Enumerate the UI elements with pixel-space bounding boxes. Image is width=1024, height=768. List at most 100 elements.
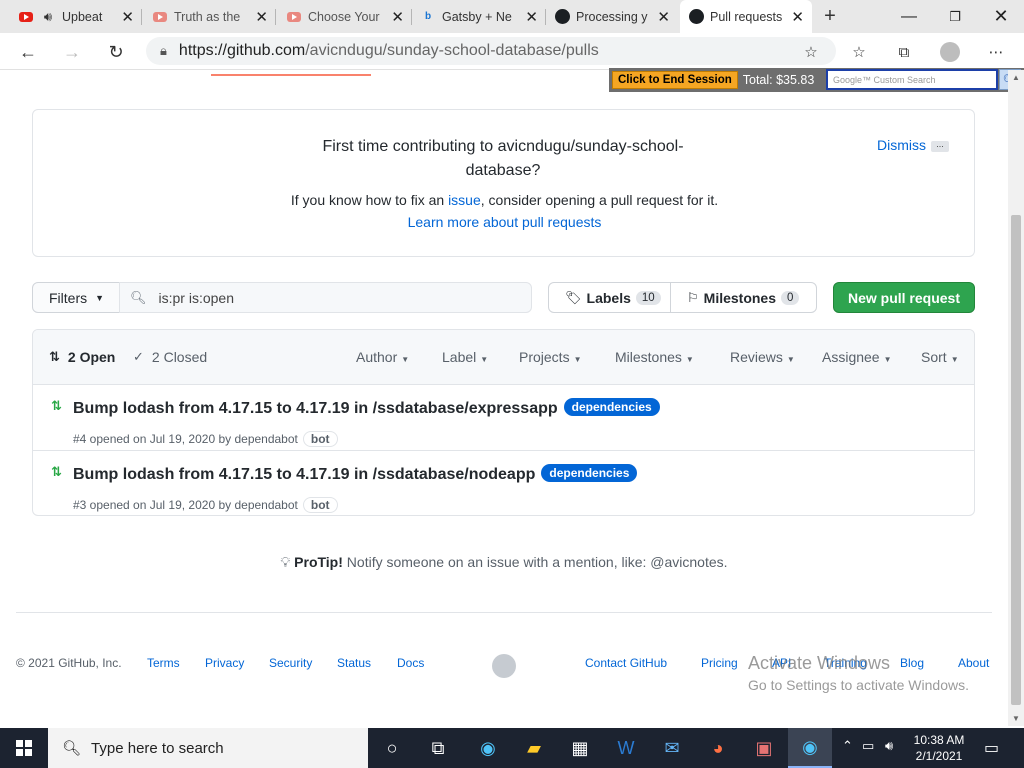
edge-icon[interactable]: ◉ <box>466 728 510 768</box>
browser-tab-choose[interactable]: Choose Your ✕ <box>278 0 412 33</box>
issue-link[interactable]: issue <box>448 192 481 208</box>
dependencies-label[interactable]: dependencies <box>541 464 638 482</box>
sort-dropdown[interactable]: Sort ▼ <box>921 349 959 365</box>
store-icon[interactable]: ▦ <box>558 728 602 768</box>
caret-down-icon: ▼ <box>573 355 582 364</box>
new-tab-button[interactable]: + <box>816 4 844 28</box>
file-explorer-icon[interactable]: ▰ <box>512 728 556 768</box>
mail-icon[interactable]: ✉ <box>650 728 694 768</box>
github-icon <box>554 9 570 25</box>
browser-tab-gatsby[interactable]: b Gatsby + Ne ✕ <box>412 0 546 33</box>
milestones-button[interactable]: ⚐ Milestones 0 <box>670 282 817 313</box>
restore-button[interactable]: ❐ <box>932 0 978 33</box>
more-options-button[interactable]: ... <box>931 140 949 152</box>
caret-down-icon: ▼ <box>480 355 489 364</box>
dismiss-button[interactable]: Dismiss <box>877 137 926 153</box>
browser-tab-truth[interactable]: Truth as the ✕ <box>144 0 276 33</box>
github-logo-icon[interactable] <box>492 654 516 678</box>
system-clock[interactable]: 10:38 AM 2/1/2021 <box>908 732 970 764</box>
volume-icon[interactable]: 🔊︎ <box>885 738 893 754</box>
back-button[interactable]: ← <box>14 39 42 65</box>
favorites-icon[interactable]: ☆ <box>848 41 870 63</box>
footer-link-status[interactable]: Status <box>337 656 371 670</box>
chevron-up-icon[interactable]: ⌃ <box>842 738 853 754</box>
closed-filter[interactable]: ✓ 2 Closed <box>133 349 207 365</box>
close-icon[interactable]: ✕ <box>525 8 538 26</box>
scrollbar-thumb[interactable] <box>1011 215 1021 705</box>
collections-icon[interactable]: ⧉ <box>893 41 915 63</box>
firefox-icon[interactable]: ◕ <box>696 728 740 768</box>
app-icon[interactable]: ▣ <box>742 728 786 768</box>
end-session-button[interactable]: Click to End Session <box>612 71 738 89</box>
close-icon[interactable]: ✕ <box>121 8 134 26</box>
notifications-icon[interactable]: ▭ <box>984 738 999 758</box>
bot-badge: bot <box>302 497 338 513</box>
close-icon[interactable]: ✕ <box>255 8 268 26</box>
search-icon: 🔍︎ <box>130 289 147 305</box>
search-icon: 🔍︎ <box>62 740 82 757</box>
browser-tab-processing[interactable]: Processing y ✕ <box>546 0 678 33</box>
url-host: https://github.com <box>178 42 306 59</box>
minimize-button[interactable]: — <box>886 0 932 33</box>
more-menu-icon[interactable]: ⋯ <box>985 41 1007 63</box>
search-input[interactable]: 🔍︎ is:pr is:open <box>119 282 532 313</box>
author-dropdown[interactable]: Author ▼ <box>356 349 409 365</box>
tab-title: Truth as the <box>174 9 241 24</box>
cortana-icon[interactable]: ○ <box>370 728 414 768</box>
profile-icon[interactable] <box>939 41 961 63</box>
close-window-button[interactable]: ✕ <box>978 0 1024 33</box>
footer-link-privacy[interactable]: Privacy <box>205 656 244 670</box>
browser-tab-pull-requests[interactable]: Pull requests ✕ <box>680 0 812 33</box>
assignee-dropdown[interactable]: Assignee ▼ <box>822 349 892 365</box>
browser-tab-upbeat[interactable]: 🔊︎ Upbeat ✕ <box>10 0 142 33</box>
label-dropdown[interactable]: Label ▼ <box>442 349 488 365</box>
footer-link-terms[interactable]: Terms <box>147 656 180 670</box>
close-icon[interactable]: ✕ <box>391 8 404 26</box>
pull-request-title[interactable]: Bump lodash from 4.17.15 to 4.17.19 in /… <box>73 400 558 417</box>
start-button[interactable] <box>0 728 48 768</box>
footer-link-pricing[interactable]: Pricing <box>701 656 738 670</box>
pull-request-row[interactable]: ⇅ Bump lodash from 4.17.15 to 4.17.19 in… <box>33 451 974 515</box>
reviews-dropdown[interactable]: Reviews ▼ <box>730 349 795 365</box>
labels-button[interactable]: 🏷︎ Labels 10 <box>548 282 671 313</box>
windows-logo-icon <box>16 740 32 756</box>
tab-title: Processing y <box>576 9 648 24</box>
new-pull-request-button[interactable]: New pull request <box>833 282 975 313</box>
pull-request-title[interactable]: Bump lodash from 4.17.15 to 4.17.19 in /… <box>73 466 535 483</box>
filters-dropdown[interactable]: Filters ▼ <box>32 282 120 313</box>
lock-icon: 🔒︎ <box>160 43 167 58</box>
close-icon[interactable]: ✕ <box>791 8 804 26</box>
address-bar[interactable]: 🔒︎ https://github.com/avicndugu/sunday-s… <box>146 37 836 65</box>
url-path: /avicndugu/sunday-school-database/pulls <box>305 42 599 59</box>
refresh-button[interactable]: ↻ <box>102 39 130 65</box>
footer-link-docs[interactable]: Docs <box>397 656 424 670</box>
tab-title: Gatsby + Ne <box>442 9 512 24</box>
pull-request-row[interactable]: ⇅ Bump lodash from 4.17.15 to 4.17.19 in… <box>33 385 974 451</box>
dependencies-label[interactable]: dependencies <box>563 398 660 416</box>
learn-more-link[interactable]: Learn more about pull requests <box>33 214 976 230</box>
speaker-icon[interactable]: 🔊︎ <box>40 9 56 25</box>
milestones-count: 0 <box>781 290 800 305</box>
footer-link-security[interactable]: Security <box>269 656 312 670</box>
lightbulb-icon: 💡︎ <box>280 554 291 570</box>
milestones-dropdown[interactable]: Milestones ▼ <box>615 349 694 365</box>
edge-active-icon[interactable]: ◉ <box>788 728 832 768</box>
network-icon[interactable]: ▭ <box>862 738 874 754</box>
google-search-input[interactable]: Google™ Custom Search <box>826 69 998 90</box>
tab-title: Choose Your <box>308 9 380 24</box>
caret-down-icon: ▼ <box>95 292 105 303</box>
add-favorite-icon[interactable]: ☆ <box>800 41 822 63</box>
scroll-up-icon: ▲ <box>1012 73 1020 82</box>
projects-dropdown[interactable]: Projects ▼ <box>519 349 582 365</box>
page-scrollbar[interactable]: ▲ ▼ <box>1008 70 1024 726</box>
taskbar-search[interactable]: 🔍︎ Type here to search <box>48 728 368 768</box>
word-icon[interactable]: W <box>604 728 648 768</box>
close-icon[interactable]: ✕ <box>657 8 670 26</box>
check-icon: ✓ <box>133 349 144 364</box>
open-filter[interactable]: ⇅ 2 Open <box>49 349 115 365</box>
open-pull-request-icon: ⇅ <box>51 464 62 479</box>
forward-button[interactable]: → <box>58 39 86 65</box>
footer-link-contact[interactable]: Contact GitHub <box>585 656 667 670</box>
task-view-icon[interactable]: ⧉ <box>416 728 460 768</box>
session-total: Total: $35.83 <box>742 73 815 87</box>
